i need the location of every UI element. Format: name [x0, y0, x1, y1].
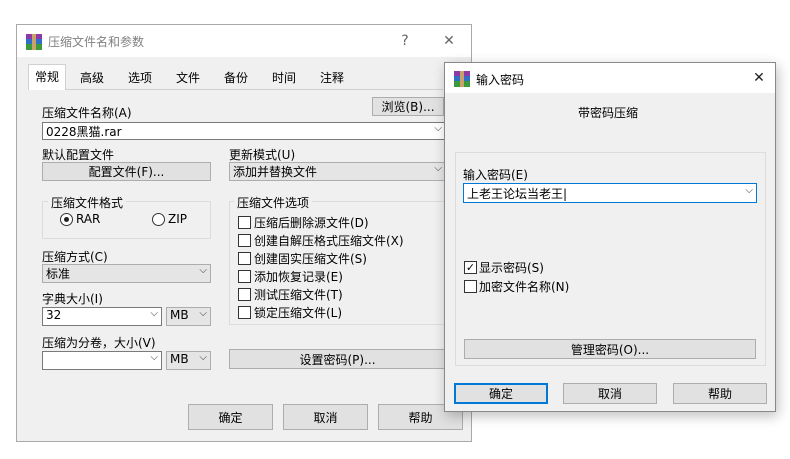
- format-zip-radio[interactable]: [152, 213, 165, 226]
- option-lock-label: 锁定压缩文件(L): [254, 306, 343, 320]
- tab-options[interactable]: 选项: [120, 67, 160, 89]
- archive-name-value: 0228黑猫.rar: [46, 125, 122, 139]
- archive-format-group-title: 压缩文件格式: [48, 194, 127, 211]
- dict-size-label: 字典大小(I): [42, 292, 103, 306]
- main-titlebar: 压缩文件名和参数 ? ✕: [17, 25, 471, 57]
- chevron-down-icon[interactable]: ⌵: [434, 163, 442, 174]
- format-rar-label: RAR: [76, 212, 101, 226]
- password-input[interactable]: 上老王论坛当老王| ⌵: [463, 183, 757, 203]
- close-icon[interactable]: ✕: [439, 31, 459, 51]
- option-test-checkbox[interactable]: [238, 288, 251, 301]
- option-sfx-label: 创建自解压格式压缩文件(X): [254, 234, 404, 248]
- chevron-down-icon[interactable]: ⌵: [199, 308, 207, 319]
- option-delete-after-label: 压缩后删除源文件(D): [254, 216, 369, 230]
- manage-passwords-button[interactable]: 管理密码(O)...: [464, 339, 756, 359]
- update-mode-value: 添加并替换文件: [233, 165, 318, 179]
- chevron-down-icon[interactable]: ⌵: [150, 308, 158, 319]
- cancel-button[interactable]: 取消: [283, 404, 368, 430]
- option-solid-checkbox[interactable]: [238, 252, 251, 265]
- archive-name-label: 压缩文件名称(A): [42, 106, 132, 120]
- password-heading: 带密码压缩: [578, 106, 639, 120]
- option-sfx-checkbox[interactable]: [238, 234, 251, 247]
- dict-unit-value: MB: [170, 308, 189, 322]
- password-ok-button[interactable]: 确定: [454, 383, 548, 404]
- tab-strip-line: [28, 89, 443, 90]
- password-help-button[interactable]: 帮助: [673, 383, 767, 404]
- chevron-down-icon[interactable]: ⌵: [199, 265, 207, 276]
- method-select[interactable]: 标准 ⌵: [42, 264, 211, 283]
- check-icon: ✓: [465, 261, 476, 274]
- option-solid-label: 创建固实压缩文件(S): [254, 252, 367, 266]
- password-value: 上老王论坛当老王|: [467, 187, 568, 201]
- encrypt-names-label: 加密文件名称(N): [479, 280, 570, 294]
- encrypt-names-checkbox[interactable]: [464, 280, 477, 293]
- option-recovery-label: 添加恢复记录(E): [254, 270, 343, 284]
- format-zip-label: ZIP: [168, 212, 187, 226]
- password-titlebar: 输入密码 ✕: [445, 63, 775, 93]
- winrar-icon: [26, 34, 42, 50]
- method-label: 压缩方式(C): [42, 250, 108, 264]
- tab-comment[interactable]: 注释: [312, 67, 352, 89]
- dict-size-combo[interactable]: 32 ⌵: [42, 307, 162, 326]
- main-window-title: 压缩文件名和参数: [48, 35, 145, 49]
- tab-advanced[interactable]: 高级: [72, 67, 112, 89]
- split-unit-value: MB: [170, 352, 189, 366]
- chevron-down-icon[interactable]: ⌵: [199, 352, 207, 363]
- update-mode-select[interactable]: 添加并替换文件 ⌵: [229, 162, 446, 181]
- format-rar-radio[interactable]: [60, 213, 73, 226]
- dict-size-value: 32: [46, 308, 62, 322]
- update-mode-label: 更新模式(U): [229, 148, 296, 162]
- ok-button[interactable]: 确定: [188, 404, 273, 430]
- password-cancel-button[interactable]: 取消: [563, 383, 657, 404]
- winrar-icon: [454, 71, 470, 87]
- password-dialog-title: 输入密码: [476, 73, 525, 87]
- dict-unit-select[interactable]: MB ⌵: [166, 307, 211, 326]
- option-delete-after-checkbox[interactable]: [238, 216, 251, 229]
- chevron-down-icon[interactable]: ⌵: [434, 123, 442, 134]
- archive-name-combo[interactable]: 0228黑猫.rar ⌵: [42, 122, 446, 140]
- archive-options-group-title: 压缩文件选项: [234, 194, 313, 211]
- split-label: 压缩为分卷，大小(V): [42, 336, 156, 350]
- split-size-combo[interactable]: ⌵: [42, 351, 162, 370]
- password-label: 输入密码(E): [463, 168, 528, 182]
- show-password-checkbox[interactable]: ✓: [464, 261, 477, 274]
- profiles-button[interactable]: 配置文件(F)...: [42, 162, 211, 181]
- show-password-label: 显示密码(S): [479, 261, 544, 275]
- method-value: 标准: [46, 267, 71, 281]
- chevron-down-icon[interactable]: ⌵: [745, 185, 753, 196]
- split-unit-select[interactable]: MB ⌵: [166, 351, 211, 370]
- option-test-label: 测试压缩文件(T): [254, 288, 343, 302]
- default-profile-label: 默认配置文件: [42, 148, 115, 162]
- tab-files[interactable]: 文件: [168, 67, 208, 89]
- tab-backup[interactable]: 备份: [216, 67, 256, 89]
- help-icon[interactable]: ?: [395, 31, 415, 51]
- close-icon[interactable]: ✕: [749, 68, 769, 88]
- option-recovery-checkbox[interactable]: [238, 270, 251, 283]
- option-lock-checkbox[interactable]: [238, 306, 251, 319]
- set-password-button[interactable]: 设置密码(P)...: [229, 349, 446, 369]
- tab-time[interactable]: 时间: [264, 67, 304, 89]
- chevron-down-icon[interactable]: ⌵: [150, 352, 158, 363]
- browse-button[interactable]: 浏览(B)...: [372, 97, 444, 116]
- tab-general[interactable]: 常规: [28, 64, 66, 90]
